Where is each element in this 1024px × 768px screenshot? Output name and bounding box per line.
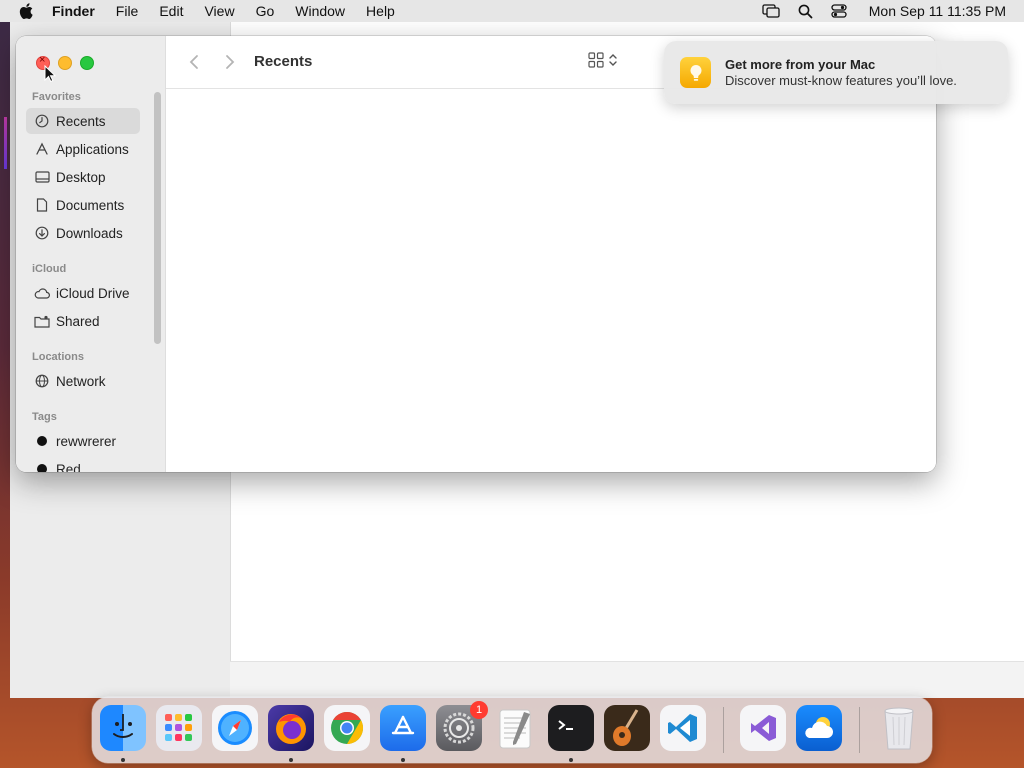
chevron-up-down-icon [609,54,617,66]
vscode-dock-icon[interactable] [660,705,706,751]
menu-bar-clock[interactable]: Mon Sep 11 11:35 PM [869,3,1006,19]
screen-mirroring-icon[interactable] [762,4,780,18]
sidebar-tag-red[interactable]: Red [26,456,140,472]
sidebar-item-label: Red [56,461,81,473]
sidebar-scrollbar[interactable] [154,92,161,344]
sidebar-section-tags: Tags [32,411,57,423]
sidebar-section-icloud: iCloud [32,263,67,275]
menu-window[interactable]: Window [295,3,345,19]
tag-dot-icon [34,461,50,472]
menu-finder[interactable]: Finder [52,3,95,19]
clock-icon [34,113,50,129]
chrome-dock-icon[interactable] [324,705,370,751]
sidebar-item-label: Downloads [56,225,123,241]
zoom-button[interactable] [80,56,94,70]
tag-dot-icon [34,433,50,449]
terminal-dock-icon[interactable] [548,705,594,751]
background-window-footer [230,661,1024,698]
applications-icon [34,141,50,157]
dock: 1 [92,697,932,763]
sidebar-item-network[interactable]: Network [26,368,140,394]
sidebar-item-shared[interactable]: Shared [26,308,140,334]
view-options-button[interactable] [588,52,618,68]
cloud-icon [34,285,50,301]
menu-view[interactable]: View [204,3,234,19]
weather-dock-icon[interactable] [796,705,842,751]
sidebar-item-desktop[interactable]: Desktop [26,164,140,190]
sidebar-item-label: Applications [56,141,129,157]
notification-badge: 1 [470,701,488,719]
running-indicator [289,758,293,762]
sidebar-item-applications[interactable]: Applications [26,136,140,162]
sidebar-item-documents[interactable]: Documents [26,192,140,218]
spotlight-search-icon[interactable] [798,4,813,19]
sidebar-section-locations: Locations [32,351,84,363]
sidebar-tag-rewwrerer[interactable]: rewwrerer [26,428,140,454]
sidebar-item-label: rewwrerer [56,433,117,449]
notification-banner[interactable]: Get more from your Mac Discover must-kno… [664,41,1008,104]
menu-bar: Finder File Edit View Go Window Help Mon… [0,0,1024,22]
sidebar-item-label: iCloud Drive [56,285,130,301]
running-indicator [569,758,573,762]
download-icon [34,225,50,241]
sidebar-item-label: Shared [56,313,100,329]
menu-file[interactable]: File [116,3,139,19]
launchpad-dock-icon[interactable] [156,705,202,751]
window-title: Recents [254,53,313,70]
menu-edit[interactable]: Edit [159,3,183,19]
sidebar-item-recents[interactable]: Recents [26,108,140,134]
garageband-dock-icon[interactable] [604,705,650,751]
textedit-dock-icon[interactable] [492,705,538,751]
firefox-dock-icon[interactable] [268,705,314,751]
file-list-area[interactable] [166,89,936,472]
notification-title: Get more from your Mac [725,57,876,72]
system-settings-dock-icon[interactable]: 1 [436,701,488,751]
finder-dock-icon[interactable] [100,705,146,751]
notification-body: Discover must-know features you’ll love. [725,73,957,88]
sidebar-item-label: Network [56,373,106,389]
trash-dock-icon[interactable] [876,705,922,751]
app-store-dock-icon[interactable] [380,705,426,751]
visual-studio-dock-icon[interactable] [740,705,786,751]
grid-view-icon [588,52,604,68]
mouse-cursor-icon [44,65,56,83]
background-window-edge [4,117,7,169]
sidebar-item-icloud-drive[interactable]: iCloud Drive [26,280,140,306]
sidebar-item-label: Recents [56,113,106,129]
finder-sidebar: Favorites Recents Applications Desktop D… [16,36,166,472]
dock-separator [723,707,724,753]
menu-bar-extras: Mon Sep 11 11:35 PM [744,0,1006,22]
lightbulb-icon [680,57,711,88]
desktop-icon [34,169,50,185]
minimize-button[interactable] [58,56,72,70]
running-indicator [401,758,405,762]
back-button[interactable] [184,52,204,72]
menu-help[interactable]: Help [366,3,395,19]
sidebar-item-label: Documents [56,197,125,213]
globe-icon [34,373,50,389]
sidebar-item-downloads[interactable]: Downloads [26,220,140,246]
menu-go[interactable]: Go [256,3,275,19]
document-icon [34,197,50,213]
apple-icon[interactable] [18,2,36,20]
sidebar-item-label: Desktop [56,169,106,185]
shared-folder-icon [34,313,50,329]
sidebar-section-favorites: Favorites [32,91,81,103]
forward-button[interactable] [220,52,240,72]
dock-separator [859,707,860,753]
control-center-icon[interactable] [831,4,847,18]
running-indicator [121,758,125,762]
safari-dock-icon[interactable] [212,705,258,751]
